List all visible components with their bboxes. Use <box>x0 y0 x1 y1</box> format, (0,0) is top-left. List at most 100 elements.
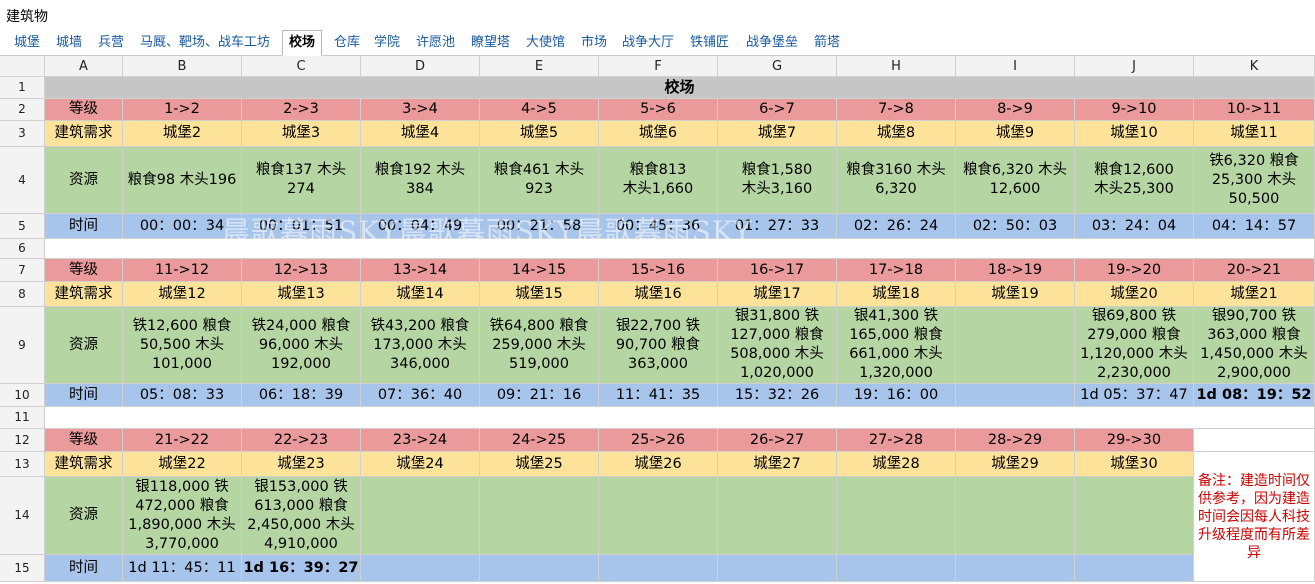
tab-6[interactable]: 学院 <box>374 33 400 55</box>
row-header-10[interactable]: 10 <box>0 384 45 407</box>
block1-requirement-cell[interactable]: 城堡7 <box>718 121 837 147</box>
block1-requirement-cell[interactable]: 城堡9 <box>956 121 1075 147</box>
block3-level-cell[interactable]: 29->30 <box>1075 429 1194 452</box>
block3-level-cell[interactable]: 24->25 <box>480 429 599 452</box>
block1-requirement-label[interactable]: 建筑需求 <box>45 121 123 147</box>
block2-level-cell[interactable]: 16->17 <box>718 259 837 282</box>
block1-level-cell[interactable]: 2->3 <box>242 99 361 121</box>
block2-resource-cell[interactable]: 银90,700 铁 363,000 粮食 1,450,000 木头 2,900,… <box>1194 307 1315 384</box>
block3-level-cell[interactable]: 23->24 <box>361 429 480 452</box>
row-header-14[interactable]: 14 <box>0 477 45 555</box>
block1-resource-cell[interactable]: 粮食1,580 木头3,160 <box>718 147 837 214</box>
block2-time-cell[interactable]: 1d 08：19：52 <box>1194 384 1315 407</box>
block3-requirement-cell[interactable]: 城堡28 <box>837 452 956 477</box>
block2-time-cell[interactable]: 07：36：40 <box>361 384 480 407</box>
column-header-A[interactable]: A <box>45 56 123 77</box>
block1-level-cell[interactable]: 3->4 <box>361 99 480 121</box>
block2-level-cell[interactable]: 18->19 <box>956 259 1075 282</box>
note-cell[interactable]: 备注：建造时间仅供参考，因为建造时间会因每人科技升级程度而有所差异 <box>1194 452 1315 582</box>
block1-resource-cell[interactable]: 粮食192 木头 384 <box>361 147 480 214</box>
block1-time-cell[interactable]: 00：00：34 <box>123 214 242 239</box>
tab-7[interactable]: 许愿池 <box>416 33 455 55</box>
block2-resource-cell[interactable]: 银31,800 铁 127,000 粮食 508,000 木头 1,020,00… <box>718 307 837 384</box>
block2-requirement-cell[interactable]: 城堡14 <box>361 282 480 307</box>
block3-level-cell[interactable]: 26->27 <box>718 429 837 452</box>
column-header-K[interactable]: K <box>1194 56 1315 77</box>
row-header-7[interactable]: 7 <box>0 259 45 282</box>
block2-resource-cell[interactable]: 银69,800 铁 279,000 粮食 1,120,000 木头 2,230,… <box>1075 307 1194 384</box>
block3-level-cell[interactable]: 21->22 <box>123 429 242 452</box>
block2-requirement-cell[interactable]: 城堡17 <box>718 282 837 307</box>
tab-8[interactable]: 瞭望塔 <box>471 33 510 55</box>
block3-time-cell[interactable] <box>480 555 599 582</box>
block3-requirement-cell[interactable]: 城堡29 <box>956 452 1075 477</box>
block1-requirement-cell[interactable]: 城堡2 <box>123 121 242 147</box>
block1-time-cell[interactable]: 00：21：58 <box>480 214 599 239</box>
column-header-B[interactable]: B <box>123 56 242 77</box>
block2-resource-cell[interactable]: 铁43,200 粮食 173,000 木头 346,000 <box>361 307 480 384</box>
row-header-11[interactable]: 11 <box>0 407 45 429</box>
block2-time-cell[interactable]: 09：21：16 <box>480 384 599 407</box>
block3-time-cell[interactable] <box>599 555 718 582</box>
block2-level-cell[interactable]: 17->18 <box>837 259 956 282</box>
block2-time-cell[interactable]: 11：41：35 <box>599 384 718 407</box>
sheet-title-cell[interactable]: 校场 <box>45 77 1315 99</box>
block2-level-cell[interactable]: 12->13 <box>242 259 361 282</box>
block1-level-cell[interactable]: 9->10 <box>1075 99 1194 121</box>
empty-row-11[interactable] <box>45 407 1315 429</box>
block2-resource-cell[interactable]: 铁24,000 粮食 96,000 木头 192,000 <box>242 307 361 384</box>
block2-requirement-cell[interactable]: 城堡16 <box>599 282 718 307</box>
block1-resource-cell[interactable]: 粮食6,320 木头 12,600 <box>956 147 1075 214</box>
row-header-13[interactable]: 13 <box>0 452 45 477</box>
block3-requirement-label[interactable]: 建筑需求 <box>45 452 123 477</box>
tab-14[interactable]: 箭塔 <box>814 33 840 55</box>
block3-requirement-cell[interactable]: 城堡27 <box>718 452 837 477</box>
row-header-12[interactable]: 12 <box>0 429 45 452</box>
tab-0[interactable]: 城堡 <box>14 33 40 55</box>
block1-requirement-cell[interactable]: 城堡6 <box>599 121 718 147</box>
block2-level-cell[interactable]: 20->21 <box>1194 259 1315 282</box>
block1-level-cell[interactable]: 1->2 <box>123 99 242 121</box>
block3-time-cell[interactable] <box>718 555 837 582</box>
column-header-C[interactable]: C <box>242 56 361 77</box>
block1-time-cell[interactable]: 00：45：36 <box>599 214 718 239</box>
block2-resource-cell[interactable]: 铁12,600 粮食 50,500 木头 101,000 <box>123 307 242 384</box>
block1-level-cell[interactable]: 8->9 <box>956 99 1075 121</box>
block3-requirement-cell[interactable]: 城堡22 <box>123 452 242 477</box>
block1-requirement-cell[interactable]: 城堡3 <box>242 121 361 147</box>
block3-resource-cell[interactable] <box>956 477 1075 555</box>
block3-level-label[interactable]: 等级 <box>45 429 123 452</box>
block3-time-cell[interactable] <box>1075 555 1194 582</box>
tab-5[interactable]: 仓库 <box>334 33 360 55</box>
block2-time-label[interactable]: 时间 <box>45 384 123 407</box>
block3-resource-cell[interactable] <box>1075 477 1194 555</box>
row-header-1[interactable]: 1 <box>0 77 45 99</box>
block3-level-cell[interactable]: 25->26 <box>599 429 718 452</box>
column-header-E[interactable]: E <box>480 56 599 77</box>
block2-requirement-cell[interactable]: 城堡21 <box>1194 282 1315 307</box>
block2-requirement-cell[interactable]: 城堡18 <box>837 282 956 307</box>
row-header-4[interactable]: 4 <box>0 147 45 214</box>
block1-level-cell[interactable]: 5->6 <box>599 99 718 121</box>
tab-2[interactable]: 兵营 <box>98 33 124 55</box>
block2-level-label[interactable]: 等级 <box>45 259 123 282</box>
block2-requirement-cell[interactable]: 城堡15 <box>480 282 599 307</box>
row-header-5[interactable]: 5 <box>0 214 45 239</box>
row-header-9[interactable]: 9 <box>0 307 45 384</box>
block1-resource-cell[interactable]: 粮食12,600 木头25,300 <box>1075 147 1194 214</box>
block1-time-cell[interactable]: 04：14：57 <box>1194 214 1315 239</box>
sheet-corner[interactable] <box>0 56 45 77</box>
block1-requirement-cell[interactable]: 城堡11 <box>1194 121 1315 147</box>
tab-11[interactable]: 战争大厅 <box>622 33 674 55</box>
row-header-6[interactable]: 6 <box>0 239 45 259</box>
block1-resource-cell[interactable]: 粮食813 木头1,660 <box>599 147 718 214</box>
block3-resource-cell[interactable]: 银118,000 铁 472,000 粮食 1,890,000 木头 3,770… <box>123 477 242 555</box>
block3-time-cell[interactable]: 1d 16：39：27 <box>242 555 361 582</box>
block1-time-cell[interactable]: 03：24：04 <box>1075 214 1194 239</box>
block3-level-cell[interactable]: 28->29 <box>956 429 1075 452</box>
block3-time-cell[interactable] <box>956 555 1075 582</box>
column-header-D[interactable]: D <box>361 56 480 77</box>
block1-requirement-cell[interactable]: 城堡8 <box>837 121 956 147</box>
tab-9[interactable]: 大使馆 <box>526 33 565 55</box>
block1-time-cell[interactable]: 02：50：03 <box>956 214 1075 239</box>
